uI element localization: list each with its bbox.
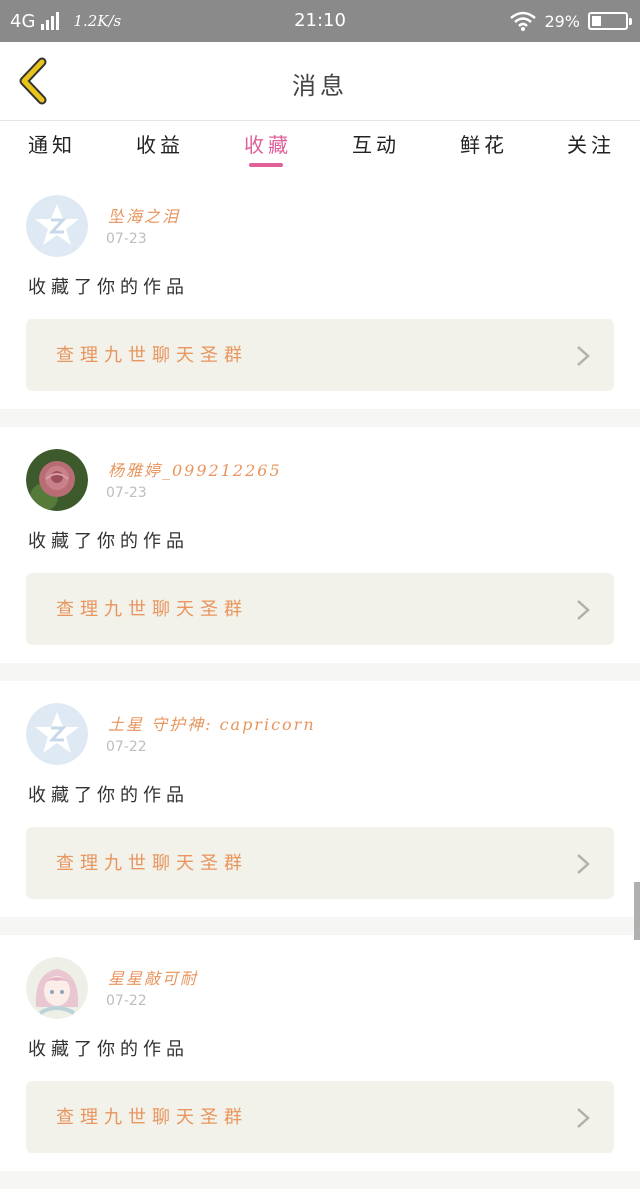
- work-link[interactable]: 查理九世聊天圣群: [26, 1081, 614, 1153]
- work-link[interactable]: 查理九世聊天圣群: [26, 827, 614, 899]
- work-title: 查理九世聊天圣群: [56, 853, 248, 874]
- message-date: 07-22: [106, 739, 147, 755]
- anime-girl-avatar-icon: [26, 957, 88, 1019]
- chevron-right-icon: [577, 346, 590, 366]
- message-text: 收藏了你的作品: [28, 277, 189, 298]
- chevron-right-icon: [577, 1108, 590, 1128]
- work-title: 查理九世聊天圣群: [56, 345, 248, 366]
- message-date: 07-22: [106, 993, 147, 1009]
- message-text: 收藏了你的作品: [28, 531, 189, 552]
- work-title: 查理九世聊天圣群: [56, 599, 248, 620]
- tab-earnings[interactable]: 收益: [136, 129, 184, 158]
- list-item: 土星 守护神: capricorn 07-22 收藏了你的作品 查理九世聊天圣群: [0, 681, 640, 917]
- list-item: 杨雅婷_099212265 07-23 收藏了你的作品 查理九世聊天圣群: [0, 427, 640, 663]
- status-bar: 4G 1.2K/s 21:10 29%: [0, 0, 640, 42]
- active-tab-indicator: [249, 163, 283, 167]
- tab-flowers[interactable]: 鲜花: [460, 129, 508, 158]
- default-avatar-icon: [26, 195, 88, 257]
- message-text: 收藏了你的作品: [28, 1039, 189, 1060]
- list-item: 坠海之泪 07-23 收藏了你的作品 查理九世聊天圣群: [0, 173, 640, 409]
- tab-bar: 通知 收益 收藏 互动 鲜花 关注: [0, 121, 640, 173]
- title-bar: 消息: [0, 42, 640, 120]
- battery-icon: [588, 12, 632, 30]
- rose-avatar-icon: [26, 449, 88, 511]
- scrollbar[interactable]: [634, 882, 640, 940]
- avatar[interactable]: [26, 449, 88, 511]
- battery-fill: [592, 16, 601, 26]
- avatar[interactable]: [26, 957, 88, 1019]
- default-avatar-icon: [26, 703, 88, 765]
- avatar[interactable]: [26, 703, 88, 765]
- message-text: 收藏了你的作品: [28, 785, 189, 806]
- user-name[interactable]: 杨雅婷_099212265: [108, 457, 282, 481]
- work-link[interactable]: 查理九世聊天圣群: [26, 319, 614, 391]
- tab-follow[interactable]: 关注: [567, 129, 615, 158]
- status-right: 29%: [510, 9, 632, 33]
- tab-interaction[interactable]: 互动: [352, 129, 400, 158]
- tab-notice[interactable]: 通知: [28, 129, 76, 158]
- tab-favorites[interactable]: 收藏: [244, 129, 292, 158]
- user-name[interactable]: 坠海之泪: [108, 203, 180, 227]
- battery-percent: 29%: [544, 11, 580, 31]
- wifi-icon: [510, 11, 537, 31]
- chevron-right-icon: [577, 854, 590, 874]
- user-name[interactable]: 星星敲可耐: [108, 965, 198, 989]
- user-name[interactable]: 土星 守护神: capricorn: [108, 711, 316, 735]
- message-list: 坠海之泪 07-23 收藏了你的作品 查理九世聊天圣群 杨雅婷_09921226…: [0, 173, 640, 1189]
- page-title: 消息: [292, 72, 348, 100]
- work-link[interactable]: 查理九世聊天圣群: [26, 573, 614, 645]
- message-date: 07-23: [106, 231, 147, 247]
- message-date: 07-23: [106, 485, 147, 501]
- avatar[interactable]: [26, 195, 88, 257]
- chevron-right-icon: [577, 600, 590, 620]
- list-item: 星星敲可耐 07-22 收藏了你的作品 查理九世聊天圣群: [0, 935, 640, 1171]
- work-title: 查理九世聊天圣群: [56, 1107, 248, 1128]
